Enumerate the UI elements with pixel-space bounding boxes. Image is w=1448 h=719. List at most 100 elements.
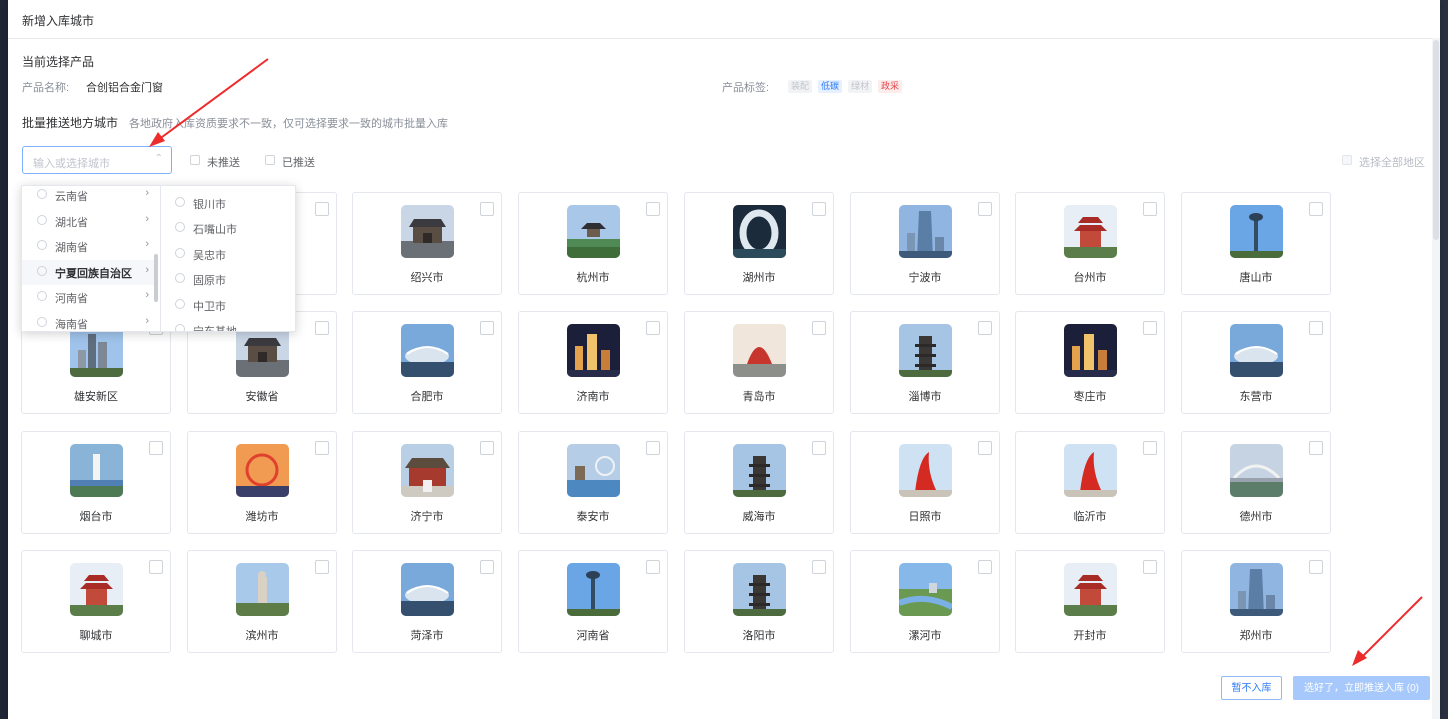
city-card[interactable]: 台州市	[1015, 192, 1165, 295]
city-card[interactable]: 泰安市	[518, 431, 668, 534]
city-card[interactable]: 济宁市	[352, 431, 502, 534]
radio-icon[interactable]	[37, 240, 47, 251]
dialog-scrollbar-thumb[interactable]	[1433, 40, 1439, 240]
city-card[interactable]: 日照市	[850, 431, 1000, 534]
radio-icon[interactable]	[37, 214, 47, 225]
radio-icon[interactable]	[175, 222, 185, 233]
dialog-scrollbar[interactable]	[1432, 38, 1440, 719]
city-card[interactable]: 临沂市	[1015, 431, 1165, 534]
city-card[interactable]: 淄博市	[850, 311, 1000, 414]
city-checkbox[interactable]	[812, 202, 826, 216]
pagoda-icon	[733, 444, 786, 497]
city-card[interactable]: 洛阳市	[684, 550, 834, 653]
pushed-checkbox[interactable]	[265, 155, 275, 165]
province-option[interactable]: 宁夏回族自治区 ›	[22, 259, 158, 285]
city-card[interactable]: 济南市	[518, 311, 668, 414]
city-card[interactable]: 烟台市	[21, 431, 171, 534]
city-checkbox[interactable]	[315, 202, 329, 216]
city-select-input[interactable]: 输入或选择城市 ⌃	[22, 146, 172, 174]
select-all-checkbox[interactable]	[1342, 155, 1352, 165]
city-checkbox[interactable]	[1309, 441, 1323, 455]
city-card[interactable]: 菏泽市	[352, 550, 502, 653]
radio-icon[interactable]	[37, 317, 47, 327]
city-checkbox[interactable]	[646, 560, 660, 574]
city-checkbox[interactable]	[149, 441, 163, 455]
city-checkbox[interactable]	[149, 560, 163, 574]
city-checkbox[interactable]	[480, 560, 494, 574]
province-option[interactable]: 海南省 ›	[22, 311, 158, 331]
radio-icon[interactable]	[175, 197, 185, 207]
city-card[interactable]: 绍兴市	[352, 192, 502, 295]
radio-icon[interactable]	[37, 189, 47, 199]
city-checkbox[interactable]	[978, 441, 992, 455]
city-option[interactable]: 吴忠市	[161, 242, 295, 267]
city-option[interactable]: 银川市	[161, 191, 295, 216]
radio-icon[interactable]	[37, 291, 47, 302]
province-column-scrollbar[interactable]	[154, 254, 158, 302]
push-now-button[interactable]: 选好了，立即推送入库 (0)	[1293, 676, 1430, 700]
city-card[interactable]: 潍坊市	[187, 431, 337, 534]
city-card[interactable]: 宁波市	[850, 192, 1000, 295]
city-checkbox[interactable]	[1309, 560, 1323, 574]
city-card[interactable]: 青岛市	[684, 311, 834, 414]
city-checkbox[interactable]	[1143, 441, 1157, 455]
city-checkbox[interactable]	[315, 441, 329, 455]
pushed-label[interactable]: 已推送	[282, 154, 315, 170]
city-card[interactable]: 漯河市	[850, 550, 1000, 653]
not-pushed-label[interactable]: 未推送	[207, 154, 240, 170]
city-card[interactable]: 开封市	[1015, 550, 1165, 653]
city-checkbox[interactable]	[1309, 202, 1323, 216]
province-option[interactable]: 湖南省 ›	[22, 234, 158, 259]
chevron-up-icon[interactable]: ⌃	[155, 153, 163, 164]
city-checkbox[interactable]	[978, 202, 992, 216]
city-card[interactable]: 河南省	[518, 550, 668, 653]
city-checkbox[interactable]	[812, 321, 826, 335]
city-checkbox[interactable]	[480, 321, 494, 335]
city-checkbox[interactable]	[978, 560, 992, 574]
city-option[interactable]: 石嘴山市	[161, 216, 295, 241]
pagoda-icon	[899, 324, 952, 377]
city-checkbox[interactable]	[812, 441, 826, 455]
radio-icon[interactable]	[175, 298, 185, 309]
city-checkbox[interactable]	[1143, 560, 1157, 574]
city-checkbox[interactable]	[978, 321, 992, 335]
not-pushed-checkbox[interactable]	[190, 155, 200, 165]
not-now-button[interactable]: 暂不入库	[1221, 676, 1282, 700]
city-card[interactable]: 东营市	[1181, 311, 1331, 414]
city-option[interactable]: 中卫市	[161, 293, 295, 318]
city-checkbox[interactable]	[646, 202, 660, 216]
city-card[interactable]: 杭州市	[518, 192, 668, 295]
select-all-label[interactable]: 选择全部地区	[1359, 154, 1425, 170]
city-card[interactable]: 唐山市	[1181, 192, 1331, 295]
city-name: 济宁市	[410, 511, 444, 523]
city-card[interactable]: 德州市	[1181, 431, 1331, 534]
city-checkbox[interactable]	[1143, 321, 1157, 335]
backdrop	[0, 0, 8, 719]
city-card[interactable]: 合肥市	[352, 311, 502, 414]
province-option[interactable]: 湖北省 ›	[22, 209, 158, 234]
city-checkbox[interactable]	[315, 560, 329, 574]
city-card[interactable]: 枣庄市	[1015, 311, 1165, 414]
radio-icon[interactable]	[37, 265, 47, 276]
city-card[interactable]: 郑州市	[1181, 550, 1331, 653]
radio-icon[interactable]	[175, 324, 185, 331]
city-card[interactable]: 威海市	[684, 431, 834, 534]
city-checkbox[interactable]	[812, 560, 826, 574]
city-checkbox[interactable]	[480, 202, 494, 216]
city-card[interactable]: 湖州市	[684, 192, 834, 295]
city-checkbox[interactable]	[1143, 202, 1157, 216]
city-card[interactable]: 滨州市	[187, 550, 337, 653]
city-option[interactable]: 宁东基地	[161, 318, 295, 331]
city-checkbox[interactable]	[646, 321, 660, 335]
province-option[interactable]: 云南省 ›	[22, 186, 158, 208]
radio-icon[interactable]	[175, 247, 185, 258]
city-name: 菏泽市	[410, 630, 444, 642]
city-checkbox[interactable]	[480, 441, 494, 455]
radio-icon[interactable]	[175, 273, 185, 284]
city-checkbox[interactable]	[1309, 321, 1323, 335]
city-option[interactable]: 固原市	[161, 267, 295, 292]
city-checkbox[interactable]	[646, 441, 660, 455]
city-card[interactable]: 聊城市	[21, 550, 171, 653]
province-option[interactable]: 河南省 ›	[22, 285, 158, 310]
city-checkbox[interactable]	[315, 321, 329, 335]
